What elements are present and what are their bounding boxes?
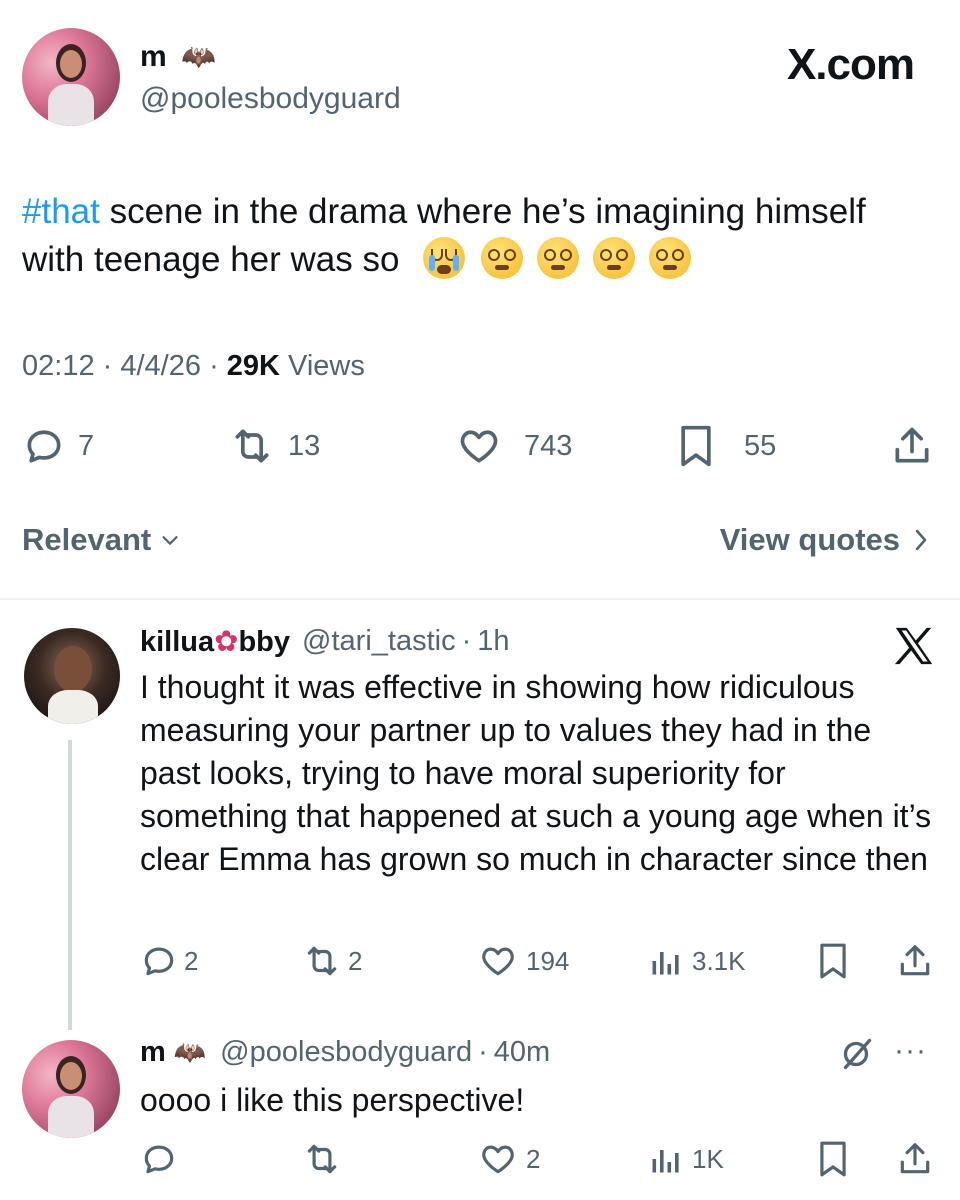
bookmark-icon [816, 1140, 850, 1178]
sort-label: Relevant [22, 522, 152, 557]
like-button[interactable]: 743 [456, 424, 572, 468]
display-name-text[interactable]: m [140, 40, 167, 73]
view-quotes-link[interactable]: View quotes [720, 522, 930, 558]
share-button[interactable] [896, 1140, 934, 1178]
like-button[interactable]: 2 [478, 1140, 540, 1178]
views-button[interactable]: 1K [648, 1140, 724, 1178]
divider [0, 598, 960, 600]
reply-text: I thought it was effective in showing ho… [140, 669, 932, 877]
avatar[interactable] [22, 1040, 120, 1138]
views-label: Views [288, 350, 365, 382]
analytics-icon [648, 942, 684, 980]
repost-count: 2 [348, 945, 363, 976]
views-count: 29K [226, 350, 280, 382]
repost-icon [302, 1140, 342, 1178]
views-button[interactable]: 3.1K [648, 942, 746, 980]
views-count: 3.1K [692, 945, 746, 976]
bat-emoji-icon: 🦇 [181, 40, 216, 73]
post-time[interactable]: 02:12 [22, 350, 95, 382]
loudly-crying-face-icon [423, 237, 466, 279]
repost-button[interactable]: 13 [230, 424, 320, 468]
heart-icon [478, 1140, 518, 1178]
handle[interactable]: @poolesbodyguard [220, 1036, 472, 1069]
thread-line [68, 740, 72, 1030]
views-count: 1K [692, 1143, 724, 1174]
like-button[interactable]: 194 [478, 942, 569, 980]
chevron-right-icon [912, 527, 930, 553]
analytics-icon [648, 1140, 684, 1178]
display-name[interactable]: killua✿bby [140, 624, 290, 659]
repost-button[interactable] [302, 1140, 342, 1178]
repost-icon [230, 424, 274, 468]
sort-dropdown[interactable]: Relevant [22, 522, 181, 558]
handle[interactable]: @poolesbodyguard [140, 82, 401, 116]
reply-time[interactable]: 1h [477, 625, 509, 658]
bookmark-icon [816, 942, 850, 980]
repost-count: 13 [288, 429, 321, 462]
post-date[interactable]: 4/4/26 [120, 350, 201, 382]
avatar[interactable] [22, 28, 120, 126]
heart-icon [478, 942, 518, 980]
repost-icon [302, 942, 342, 980]
reply-header: m 🦇 @poolesbodyguard · 40m [140, 1036, 551, 1069]
like-count: 194 [526, 945, 570, 976]
share-icon [896, 942, 934, 980]
like-count: 743 [524, 429, 573, 462]
bookmark-icon [676, 424, 716, 468]
hashtag-link[interactable]: #that [22, 192, 100, 231]
share-button[interactable] [890, 424, 934, 468]
more-options-icon[interactable]: ··· [894, 1034, 927, 1068]
face-with-spiral-eyes-icon [649, 237, 692, 279]
bookmark-button[interactable] [816, 942, 850, 980]
like-count: 2 [526, 1143, 541, 1174]
reply-count: 2 [184, 945, 199, 976]
x-logo-icon [892, 626, 936, 671]
display-name[interactable]: m 🦇 [140, 40, 216, 74]
hibiscus-emoji-icon: ✿ [214, 624, 239, 658]
share-icon [890, 424, 934, 468]
reply-header: killua✿bby @tari_tastic · 1h [140, 624, 510, 659]
bat-emoji-icon: 🦇 [173, 1037, 207, 1068]
reply-count: 7 [78, 429, 95, 462]
reply-text: oooo i like this perspective! [140, 1082, 525, 1118]
reply-button[interactable]: 7 [22, 424, 94, 468]
bookmark-button[interactable]: 55 [676, 424, 776, 468]
grok-icon[interactable] [838, 1036, 874, 1077]
post-meta: 02:12 · 4/4/26 · 29K Views [22, 350, 365, 382]
reply-icon [140, 942, 178, 980]
bookmark-button[interactable] [816, 1140, 850, 1178]
face-with-spiral-eyes-icon [481, 237, 524, 279]
reply-button[interactable] [140, 1140, 178, 1178]
handle[interactable]: @tari_tastic [302, 625, 456, 658]
reply-button[interactable]: 2 [140, 942, 198, 980]
avatar[interactable] [24, 628, 120, 724]
post-text: #that scene in the drama where he’s imag… [22, 188, 922, 284]
reply-time[interactable]: 40m [494, 1036, 550, 1069]
chevron-down-icon [159, 529, 181, 551]
face-with-spiral-eyes-icon [593, 237, 636, 279]
reply-icon [140, 1140, 178, 1178]
reply-icon [22, 424, 66, 468]
x-com-logo: X.com [786, 40, 915, 89]
display-name[interactable]: m [140, 1036, 166, 1069]
heart-icon [456, 424, 502, 468]
repost-button[interactable]: 2 [302, 942, 362, 980]
share-icon [896, 1140, 934, 1178]
view-quotes-label: View quotes [719, 522, 900, 557]
bookmark-count: 55 [744, 429, 777, 462]
face-with-spiral-eyes-icon [537, 237, 580, 279]
share-button[interactable] [896, 942, 934, 980]
